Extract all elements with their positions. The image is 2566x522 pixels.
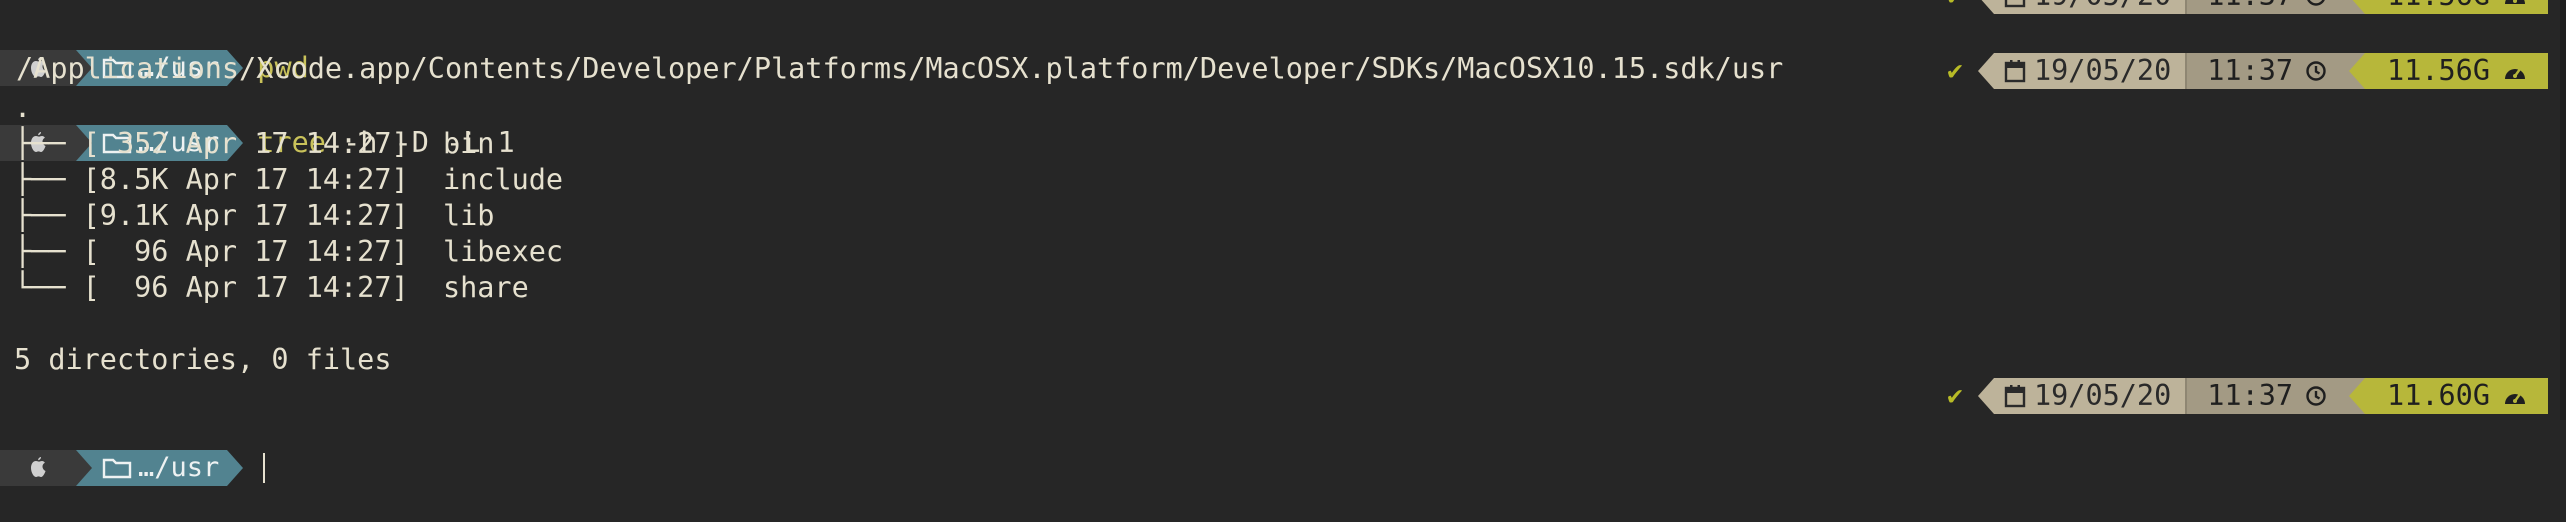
tree-root: . — [14, 91, 32, 124]
prompt-date: 19/05/20 — [2034, 0, 2171, 14]
prompt-time: 11:37 — [2207, 54, 2294, 87]
gauge-icon — [2502, 385, 2528, 407]
calendar-icon — [2004, 384, 2026, 408]
gauge-icon — [2502, 0, 2528, 7]
tree-entry-include: ├── [8.5K Apr 17 14:27] include — [14, 163, 564, 196]
folder-icon — [102, 457, 132, 479]
apple-icon — [0, 450, 76, 486]
prompt-time: 11:37 — [2207, 0, 2293, 14]
terminal-window[interactable]: …/usr pwd ✔ 19/05/20 11:37 11.56G — [0, 0, 2566, 486]
gauge-icon — [2502, 60, 2528, 82]
tree-summary: 5 directories, 0 files — [0, 342, 2566, 378]
clock-icon — [2305, 60, 2327, 82]
tree-entry-bin: ├── [ 352 Apr 17 14:27] bin — [14, 127, 495, 160]
prompt-line-1: …/usr tree -h -D -L 1 ✔ 19/05/20 11:37 1… — [0, 53, 2566, 161]
prompt-date: 19/05/20 — [2033, 379, 2172, 412]
tree-line: └── [ 96 Apr 17 14:27] share — [0, 270, 2566, 306]
prompt-line-previous: …/usr pwd ✔ 19/05/20 11:37 11.56G — [0, 0, 2566, 86]
prompt-memory: 11.56G — [2387, 54, 2490, 87]
pwd-output: /Applications/Xcode.app/Contents/Develop… — [0, 15, 2566, 85]
prompt-date: 19/05/20 — [2033, 54, 2172, 87]
prompt-memory: 11.60G — [2387, 379, 2490, 412]
checkmark-icon: ✔ — [1947, 56, 1963, 86]
tree-entry-lib: ├── [9.1K Apr 17 14:27] lib — [14, 199, 495, 232]
prompt-line-current[interactable]: …/usr ✔ 19/05/20 11:37 11.60G — [0, 378, 2566, 486]
checkmark-icon: ✔ — [1940, 0, 1970, 14]
summary-text: 5 directories, 0 files — [14, 343, 392, 376]
tree-line: ├── [9.1K Apr 17 14:27] lib — [0, 198, 2566, 234]
prompt-time: 11:37 — [2207, 379, 2294, 412]
prompt-path: …/usr — [138, 452, 220, 483]
text-cursor[interactable] — [263, 453, 266, 483]
tree-entry-libexec: ├── [ 96 Apr 17 14:27] libexec — [14, 235, 564, 268]
checkmark-icon: ✔ — [1947, 381, 1963, 411]
tree-line: ├── [8.5K Apr 17 14:27] include — [0, 162, 2566, 198]
window-right-edge — [2560, 0, 2566, 420]
calendar-icon — [2004, 0, 2026, 8]
prompt-memory: 11.56G — [2387, 0, 2490, 14]
clock-icon — [2305, 0, 2327, 7]
tree-line: ├── [ 352 Apr 17 14:27] bin — [0, 126, 2566, 162]
tree-line: ├── [ 96 Apr 17 14:27] libexec — [0, 234, 2566, 270]
tree-entry-share: └── [ 96 Apr 17 14:27] share — [14, 271, 529, 304]
tree-line: . — [0, 90, 2566, 126]
clock-icon — [2305, 385, 2327, 407]
calendar-icon — [2004, 59, 2026, 83]
